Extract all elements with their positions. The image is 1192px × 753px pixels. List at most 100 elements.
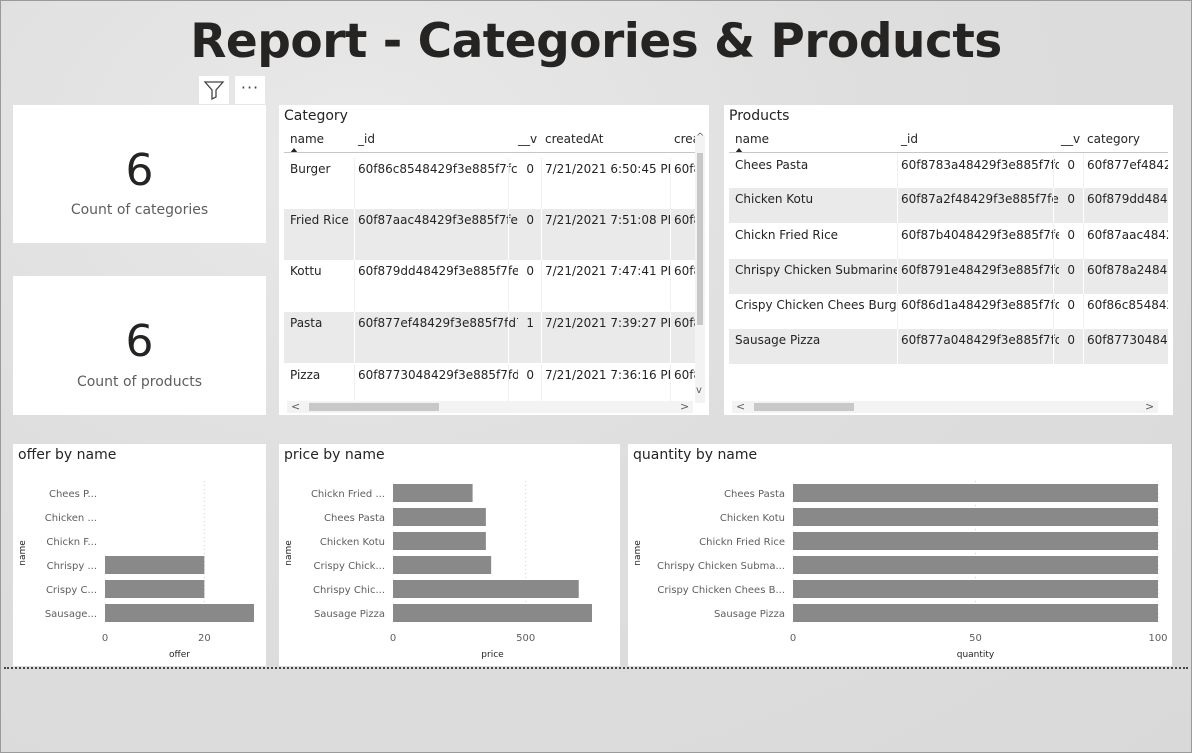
table-cell: 60f8 [674, 213, 696, 227]
filter-button[interactable] [199, 76, 229, 104]
price-chart-visual[interactable]: price by name 0 500 Chickn Fried ... Chees … [279, 444, 620, 666]
table-cell: 7/21/2021 7:51:08 PM [545, 213, 671, 227]
table-row[interactable]: Burger 60f86c8548429f3e885f7fcb 0 7/21/2021… [284, 158, 696, 209]
vertical-scrollbar[interactable]: ^ v [695, 132, 705, 403]
y-category-label: Crispy C... [46, 585, 97, 596]
quantity-chart: 0 50 100 Chees Pasta Chicken Kotu Chickn Frie… [633, 481, 1168, 660]
column-separator [1053, 259, 1054, 294]
column-separator [1083, 259, 1084, 294]
column-separator [1053, 154, 1054, 189]
y-category-label: Chicken Kotu [320, 537, 385, 548]
card-categories[interactable]: 6 Count of categories [13, 105, 266, 243]
column-separator [354, 260, 355, 311]
scroll-left-icon[interactable]: < [736, 400, 745, 413]
bar [793, 532, 1158, 550]
table-cell: 60f8783a48429f3e885f7fd9 [901, 158, 1059, 172]
y-category-label: Chees P... [49, 489, 97, 500]
column-header-category[interactable]: category [1087, 132, 1140, 146]
table-cell: Pasta [290, 316, 323, 330]
column-separator [1083, 329, 1084, 364]
column-separator [1053, 329, 1054, 364]
column-header-id[interactable]: _id [901, 132, 918, 146]
table-cell: 60f877ef48429 [1087, 158, 1168, 172]
scroll-right-icon[interactable]: > [680, 400, 689, 413]
column-header-createdat[interactable]: createdAt [545, 132, 603, 146]
bar [793, 484, 1158, 502]
column-separator [354, 158, 355, 209]
column-header-name[interactable]: name [735, 132, 769, 146]
scroll-right-icon[interactable]: > [1145, 400, 1154, 413]
horizontal-scroll-thumb[interactable] [754, 403, 854, 411]
y-category-label: Crispy Chick... [314, 561, 385, 572]
y-category-label: Crispy Chicken Chees B... [657, 585, 785, 596]
table-cell: Chickn Fried Rice [735, 228, 839, 242]
y-category-label: Chicken Kotu [720, 513, 785, 524]
category-table-visual[interactable]: Category name _id __v createdAt crea Bur… [279, 105, 709, 415]
column-header-name[interactable]: name [290, 132, 324, 146]
filter-icon [203, 81, 225, 101]
column-separator [541, 209, 542, 260]
table-row[interactable]: Kottu 60f879dd48429f3e885f7fe3 0 7/21/2021 … [284, 260, 696, 311]
y-category-label: Chrispy ... [47, 561, 97, 572]
table-row[interactable]: Sausage Pizza 60f877a048429f3e885f7fd3 0 60… [729, 329, 1168, 364]
table-cell: 60f87a2f48429f3e885f7fe5 [901, 192, 1059, 206]
column-separator [541, 260, 542, 311]
table-row[interactable]: Chickn Fried Rice 60f87b4048429f3e885f7fe… [729, 224, 1168, 259]
bar [105, 580, 205, 598]
table-row[interactable]: Chicken Kotu 60f87a2f48429f3e885f7fe5 0 60f… [729, 188, 1168, 223]
offer-chart-visual[interactable]: offer by name 0 20 Chees P... Chicken ... Ch… [13, 444, 266, 666]
column-separator [897, 224, 898, 259]
column-separator [670, 260, 671, 311]
scroll-down-icon[interactable]: v [696, 385, 702, 396]
table-cell: Chrispy Chicken Submarine [735, 263, 897, 277]
column-separator [670, 312, 671, 363]
y-axis-title: name [18, 540, 28, 566]
bar [393, 484, 473, 502]
table-cell: 60f87b4048429f3e885f7feb [901, 228, 1059, 242]
column-header-id[interactable]: _id [358, 132, 375, 146]
x-tick-label: 0 [790, 633, 796, 644]
column-separator [354, 364, 355, 404]
table-cell: 0 [1067, 158, 1075, 172]
offer-chart: 0 20 Chees P... Chicken ... Chickn F... Chris… [18, 481, 254, 660]
table-cell: Burger [290, 162, 331, 176]
table-cell: Fried Rice [290, 213, 349, 227]
table-row[interactable]: Crispy Chicken Chees Burger 60f86d1a48429… [729, 294, 1168, 329]
table-row[interactable]: Chrispy Chicken Submarine 60f8791e48429f3… [729, 259, 1168, 294]
scroll-left-icon[interactable]: < [291, 400, 300, 413]
column-header-v[interactable]: __v [518, 132, 537, 146]
card-value: 6 [125, 145, 154, 196]
table-cell: 60f8 [674, 368, 696, 382]
table-cell: 0 [526, 264, 534, 278]
column-separator [1053, 224, 1054, 259]
report-title: Report - Categories & Products [190, 14, 1002, 69]
table-row[interactable]: Pasta 60f877ef48429f3e885f7fd7 1 7/21/2021 … [284, 312, 696, 363]
table-cell: Crispy Chicken Chees Burger [735, 298, 897, 312]
table-cell: 7/21/2021 7:36:16 PM [545, 368, 671, 382]
horizontal-scrollbar[interactable]: < > [287, 400, 693, 413]
column-header-v[interactable]: __v [1061, 132, 1080, 146]
vertical-scroll-thumb[interactable] [697, 153, 703, 325]
table-cell: 60f8773048429f3e885f7fd1 [358, 368, 518, 382]
more-options-icon: ··· [240, 77, 260, 97]
products-table-visual[interactable]: Products name _id __v category Chees Pas… [724, 105, 1173, 415]
scroll-up-icon[interactable]: ^ [696, 132, 704, 143]
table-row[interactable]: Pizza 60f8773048429f3e885f7fd1 0 7/21/2021 … [284, 364, 696, 404]
header-divider [729, 152, 1168, 153]
bar [393, 532, 486, 550]
column-header-created[interactable]: crea [674, 132, 696, 146]
column-separator [1053, 294, 1054, 329]
table-row[interactable]: Fried Rice 60f87aac48429f3e885f7fe9 0 7/21/… [284, 209, 696, 260]
table-cell: 0 [1067, 333, 1075, 347]
horizontal-scrollbar[interactable]: < > [732, 400, 1158, 413]
card-products[interactable]: 6 Count of products [13, 276, 266, 415]
column-separator [508, 364, 509, 404]
column-separator [670, 209, 671, 260]
more-options-button[interactable]: ··· [235, 76, 265, 104]
table-row[interactable]: Chees Pasta 60f8783a48429f3e885f7fd9 0 60f8… [729, 154, 1168, 189]
column-separator [1083, 294, 1084, 329]
horizontal-scroll-thumb[interactable] [309, 403, 439, 411]
table-cell: 0 [1067, 228, 1075, 242]
table-cell: 0 [526, 162, 534, 176]
quantity-chart-visual[interactable]: quantity by name 0 50 100 Chees Pasta Chicke… [628, 444, 1172, 666]
